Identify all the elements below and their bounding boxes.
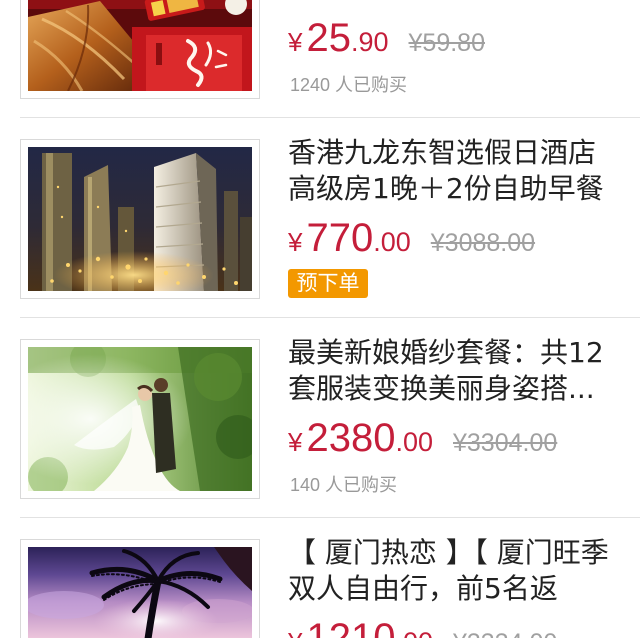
original-price: ¥59.80	[408, 29, 485, 57]
deal-title: 最美新娘婚纱套餐：共12 套服装变换美丽身姿搭...	[288, 335, 604, 407]
deal-thumbnail[interactable]	[20, 339, 260, 499]
deal-item[interactable]: 【 厦门热恋 】【 厦门旺季 双人自由行，前5名返 ¥1210.00 ¥3334.…	[0, 518, 640, 638]
deal-title: 香港九龙东智选假日酒店 高级房1晚＋2份自助早餐	[288, 135, 604, 207]
price-currency: ¥	[288, 627, 302, 638]
deal-price: ¥25.90 ¥59.80	[288, 14, 485, 71]
price-decimal: .00	[395, 627, 433, 638]
deal-title: 【 厦门热恋 】【 厦门旺季 双人自由行，前5名返	[288, 535, 609, 607]
price-decimal: .00	[373, 227, 411, 257]
deal-list: ¥25.90 ¥59.80 1240 人已购买 香港九龙东智选假日酒店 高级房1…	[0, 0, 640, 638]
deal-item[interactable]: ¥25.90 ¥59.80 1240 人已购买	[0, 0, 640, 118]
deal-title-line: 双人自由行，前5名返	[288, 572, 558, 605]
price-currency: ¥	[288, 427, 303, 457]
deal-title-line: 套服装变换美丽身姿搭...	[288, 372, 595, 405]
deal-item[interactable]: 香港九龙东智选假日酒店 高级房1晚＋2份自助早餐 ¥770.00 ¥3088.00…	[0, 118, 640, 318]
deal-price: ¥2380.00 ¥3304.00	[288, 414, 557, 471]
presale-badge: 预下单	[288, 269, 368, 298]
deal-photo	[28, 547, 252, 638]
deal-item[interactable]: 最美新娘婚纱套餐：共12 套服装变换美丽身姿搭... ¥2380.00 ¥3304…	[0, 318, 640, 518]
deal-title-line: 香港九龙东智选假日酒店	[288, 136, 597, 169]
price-integer: 770	[306, 216, 374, 260]
deal-photo	[28, 147, 252, 291]
price-currency: ¥	[288, 27, 303, 57]
deal-thumbnail[interactable]	[20, 139, 260, 299]
sold-count: 140 人已购买	[290, 475, 398, 495]
deal-price: ¥770.00 ¥3088.00	[288, 214, 535, 271]
deal-title-line: 【 厦门热恋 】【 厦门旺季	[288, 536, 609, 569]
deal-price: ¥1210.00 ¥3334.00	[288, 614, 557, 638]
price-integer: 2380	[306, 416, 396, 460]
original-price: ¥3334.00	[453, 629, 557, 638]
price-currency: ¥	[288, 227, 303, 257]
deal-thumbnail[interactable]	[20, 0, 260, 99]
sold-count: 1240 人已购买	[290, 75, 408, 95]
price-decimal: .90	[350, 27, 389, 57]
original-price: ¥3088.00	[430, 229, 536, 257]
deal-photo	[28, 347, 252, 491]
original-price: ¥3304.00	[453, 429, 558, 457]
price-integer: 1210	[306, 616, 396, 638]
gift-box	[132, 27, 252, 91]
price-decimal: .00	[395, 427, 433, 457]
deal-thumbnail[interactable]	[20, 539, 260, 638]
deal-title-line: 高级房1晚＋2份自助早餐	[288, 172, 604, 205]
deal-photo	[28, 0, 252, 91]
deal-title-line: 最美新娘婚纱套餐：共12	[288, 336, 604, 369]
price-integer: 25	[306, 16, 351, 60]
